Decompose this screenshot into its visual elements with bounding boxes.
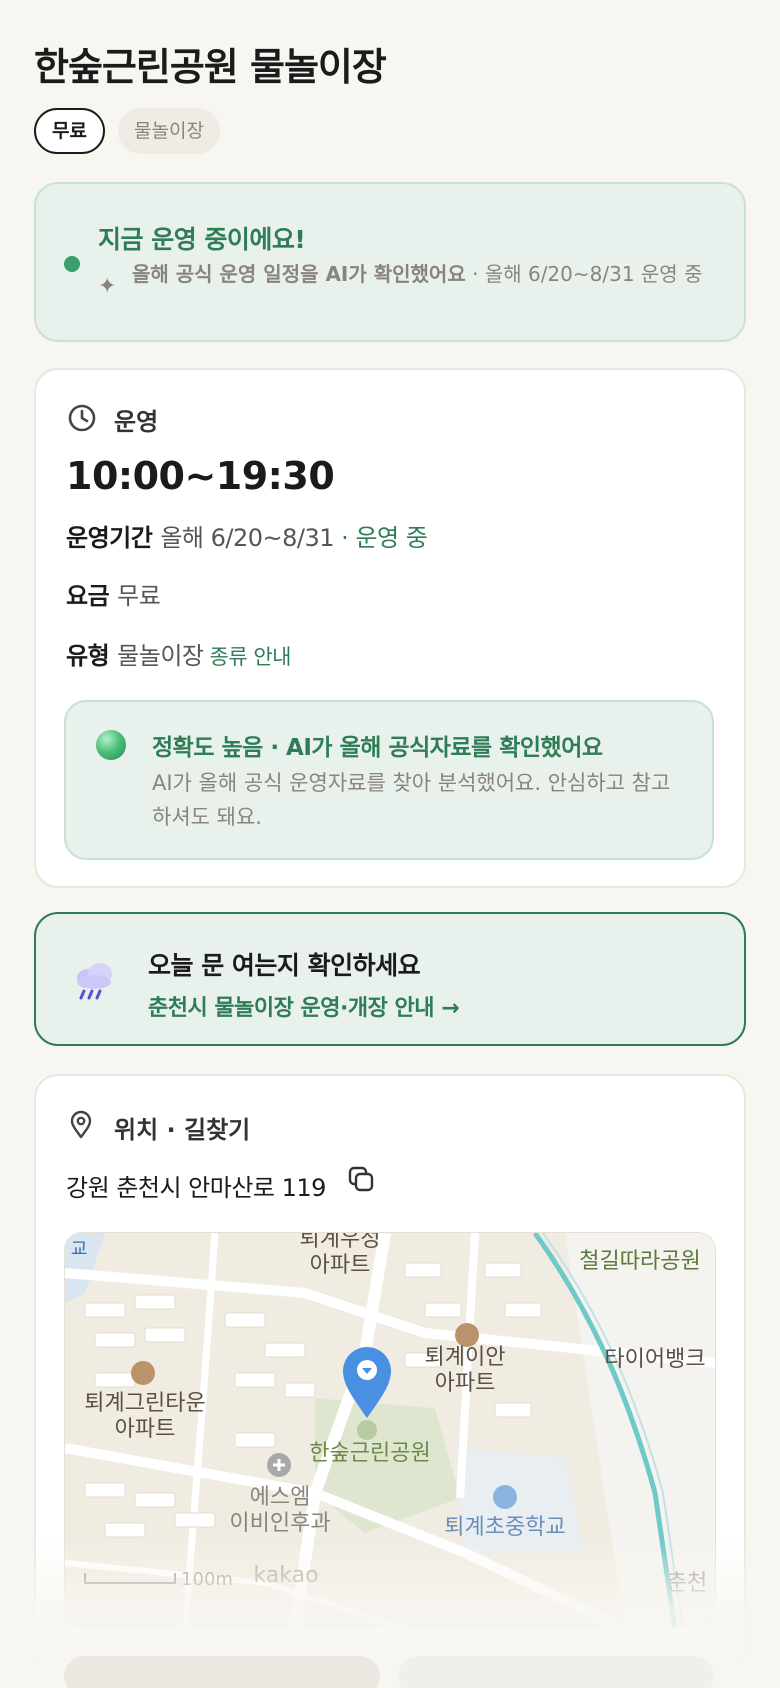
fee-label: 요금 xyxy=(66,582,110,610)
map-label-edge-school: 교 xyxy=(70,1239,88,1260)
period-label: 운영기간 xyxy=(66,524,153,552)
open-check-card[interactable]: 오늘 문 여는지 확인하세요 춘천시 물놀이장 운영·개장 안내 → xyxy=(34,912,746,1046)
type-guide-link[interactable]: 종류 안내 xyxy=(210,645,292,669)
open-check-title: 오늘 문 여는지 확인하세요 xyxy=(148,951,421,980)
copy-icon[interactable] xyxy=(346,1164,376,1194)
type-value: 물놀이장 xyxy=(117,642,204,670)
period-separator: · xyxy=(334,524,356,552)
type-row: 유형 물놀이장 종류 안내 xyxy=(66,636,291,671)
period-value: 올해 6/20~8/31 xyxy=(160,524,335,552)
address-text: 강원 춘천시 안마산로 119 xyxy=(66,1174,326,1202)
status-verified-text: 올해 공식 운영 일정을 AI가 확인했어요 xyxy=(132,262,466,286)
location-pin-icon xyxy=(70,1110,92,1139)
rain-cloud-icon xyxy=(77,963,112,1000)
status-period-text: 올해 6/20~8/31 운영 중 xyxy=(484,262,703,286)
clock-icon xyxy=(68,404,96,432)
map-label-park-rail: 철길따라공원 xyxy=(579,1249,701,1274)
status-dot xyxy=(64,256,80,272)
location-label: 위치 · 길찾기 xyxy=(114,1116,251,1144)
map-label-tire: 타이어뱅크 xyxy=(604,1347,706,1372)
accuracy-title: 정확도 높음 · AI가 올해 공식자료를 확인했어요 xyxy=(152,735,603,761)
status-subtitle: 올해 공식 운영 일정을 AI가 확인했어요 · 올해 6/20~8/31 운영… xyxy=(132,260,732,288)
operation-hours: 10:00~19:30 xyxy=(66,454,335,498)
map-label-apt-ian: 퇴계이안 아파트 xyxy=(424,1345,506,1396)
bottom-button-left[interactable] xyxy=(64,1656,380,1688)
page-title: 한숲근린공원 물놀이장 xyxy=(34,45,387,89)
fee-tag[interactable]: 무료 xyxy=(34,108,105,154)
operation-card: 운영 10:00~19:30 운영기간 올해 6/20~8/31 · 운영 중 요… xyxy=(34,368,746,888)
fee-row: 요금 무료 xyxy=(66,576,161,611)
bottom-button-right[interactable] xyxy=(398,1656,714,1688)
map-label-clinic: 에스엠 이비인후과 xyxy=(229,1485,331,1536)
status-separator: · xyxy=(465,262,485,286)
map-label-park-main: 한숲근린공원 xyxy=(309,1441,431,1466)
status-card: 지금 운영 중이에요! ✦ 올해 공식 운영 일정을 AI가 확인했어요 · 올… xyxy=(34,182,746,342)
period-row: 운영기간 올해 6/20~8/31 · 운영 중 xyxy=(66,518,428,553)
status-title: 지금 운영 중이에요! xyxy=(98,225,306,254)
map-label-apt-green: 퇴계그린타운 아파트 xyxy=(84,1391,206,1442)
type-label: 유형 xyxy=(66,642,110,670)
fee-value: 무료 xyxy=(117,582,161,610)
accuracy-orb-icon xyxy=(96,730,126,760)
type-tag[interactable]: 물놀이장 xyxy=(118,108,220,154)
period-status: 운영 중 xyxy=(355,524,428,552)
open-check-link[interactable]: 춘천시 물놀이장 운영·개장 안내 → xyxy=(148,990,460,1022)
accuracy-box: 정확도 높음 · AI가 올해 공식자료를 확인했어요 AI가 올해 공식 운영… xyxy=(64,700,714,860)
operation-label: 운영 xyxy=(114,408,159,436)
page: 한숲근린공원 물놀이장 무료 물놀이장 지금 운영 중이에요! ✦ 올해 공식 … xyxy=(0,0,780,1688)
sparkle-icon: ✦ xyxy=(98,274,117,299)
accuracy-description: AI가 올해 공식 운영자료를 찾아 분석했어요. 안심하고 참고하셔도 돼요. xyxy=(152,771,671,829)
map-label-school: 퇴계초중학교 xyxy=(444,1515,566,1540)
map-label-apt-top: 퇴계우성 아파트 xyxy=(299,1232,381,1278)
